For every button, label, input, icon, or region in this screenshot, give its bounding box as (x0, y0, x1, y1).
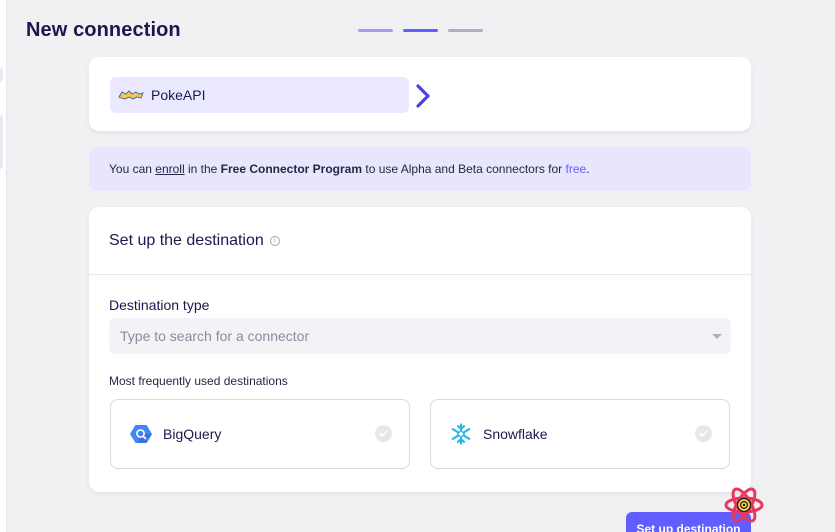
step-indicator (358, 29, 483, 32)
bigquery-label: BigQuery (163, 426, 222, 442)
program-name: Free Connector Program (220, 162, 363, 176)
react-devtools-icon[interactable] (723, 486, 765, 524)
snowflake-label: Snowflake (483, 426, 548, 442)
step-2 (403, 29, 438, 32)
chevron-right-icon (416, 84, 430, 108)
selected-source[interactable]: PokeAPI (110, 77, 409, 113)
destination-header: Set up the destination i (89, 207, 751, 275)
check-icon (375, 425, 392, 442)
free-link[interactable]: free (566, 162, 587, 176)
source-card: PokeAPI (89, 57, 751, 131)
source-name: PokeAPI (151, 87, 206, 103)
banner-text-mid: in the (184, 162, 221, 176)
destination-type-label: Destination type (109, 297, 210, 313)
info-icon[interactable]: i (269, 235, 280, 246)
enroll-link[interactable]: enroll (155, 162, 184, 176)
page-title: New connection (26, 19, 181, 41)
check-icon (695, 425, 712, 442)
bigquery-icon (129, 422, 153, 446)
destination-option-snowflake[interactable]: Snowflake (430, 399, 730, 469)
step-3 (448, 29, 483, 32)
pokemon-logo-icon (118, 88, 144, 102)
chevron-down-icon[interactable] (712, 334, 722, 339)
sidebar-edge-marker (0, 68, 3, 82)
step-1 (358, 29, 393, 32)
destination-option-bigquery[interactable]: BigQuery (110, 399, 410, 469)
destination-card: Set up the destination i Destination typ… (89, 207, 751, 492)
snowflake-icon (449, 422, 473, 446)
destination-search-input[interactable] (109, 318, 731, 354)
banner-text-suffix: to use Alpha and Beta connectors for (362, 162, 566, 176)
frequent-destinations-label: Most frequently used destinations (109, 374, 288, 388)
left-sidebar-edge (0, 0, 7, 532)
banner-text-end: . (586, 162, 590, 176)
free-connector-banner: You can enroll in the Free Connector Pro… (89, 147, 751, 191)
sidebar-edge-marker (0, 115, 3, 169)
banner-text-prefix: You can (109, 162, 156, 176)
destination-heading: Set up the destination (109, 231, 264, 249)
